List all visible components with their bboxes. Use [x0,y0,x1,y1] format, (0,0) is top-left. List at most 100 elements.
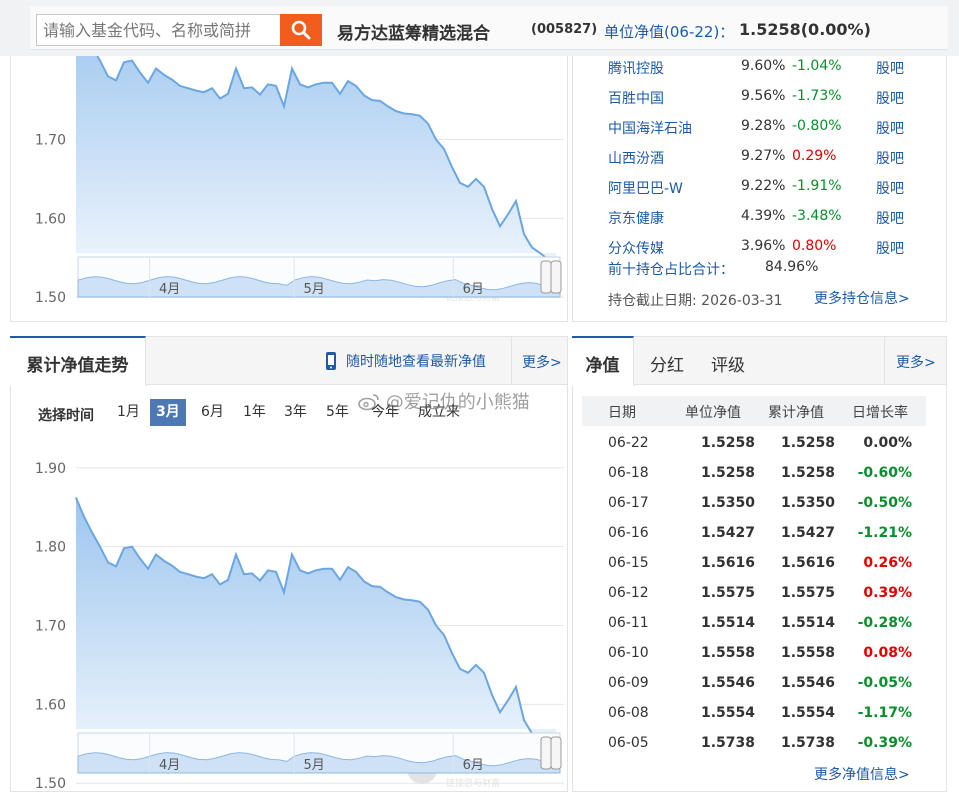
data-point [131,546,133,548]
nav-unit-value: 1.5738 [701,735,756,751]
holding-percent: 9.27% [741,148,786,164]
range-button[interactable]: 1年 [237,399,272,426]
acc-nav-tabbar: 累计净值走势 随时随地查看最新净值 更多> [10,336,567,386]
nav-date: 06-15 [608,555,649,571]
data-point [179,85,181,87]
search-button[interactable] [280,14,322,46]
data-point [499,225,501,227]
holding-name[interactable]: 百胜中国 [608,88,664,108]
tab-rating[interactable]: 评级 [711,351,745,376]
holding-name[interactable]: 分众传媒 [608,238,664,258]
navigator-month-label: 4月 [159,282,180,297]
fund-name: 易方达蓝筹精选混合 [337,24,490,44]
y-tick-label: 1.70 [35,619,66,635]
range-button[interactable]: 5年 [320,399,355,426]
holding-name[interactable]: 阿里巴巴-W [608,178,683,198]
nav-table-header: 日期 单位净值 累计净值 日增长率 [582,396,926,426]
data-point [323,568,325,570]
data-point [379,586,381,588]
range-button[interactable]: 6月 [195,399,230,426]
data-point [259,93,261,96]
more-nav-link[interactable]: 更多净值信息> [814,764,910,784]
holding-forum-link[interactable]: 股吧 [876,238,904,258]
navigator-handle[interactable] [540,260,552,294]
holding-forum-link[interactable]: 股吧 [876,88,904,108]
range-button[interactable]: 3月 [150,399,186,426]
data-point [483,672,485,674]
col-acc-nav: 累计净值 [768,405,824,421]
navigator-month-label: 6月 [463,758,484,773]
data-point [379,100,381,102]
nav-date: 06-12 [608,585,649,601]
data-point [251,572,253,575]
holding-row: 百胜中国 9.56% -1.73% 股吧 [608,88,928,118]
data-point [331,82,333,84]
holding-forum-link[interactable]: 股吧 [876,148,904,168]
data-point [539,252,541,254]
data-point [259,579,261,582]
top10-label: 前十持仓占比合计： [608,262,734,278]
data-point [323,82,325,84]
range-button[interactable]: 1月 [111,399,146,426]
data-point [531,246,533,249]
holding-change: -1.91% [792,178,842,194]
navigator-handle[interactable] [550,260,562,294]
search-input[interactable] [36,14,280,46]
data-point [491,694,493,696]
acc-nav-title: 累计净值走势 [26,356,129,376]
col-date: 日期 [608,405,636,421]
data-point [507,213,509,216]
data-point [211,87,213,89]
data-point [211,573,213,575]
holding-name[interactable]: 腾讯控股 [608,58,664,78]
nav-daily-growth: -0.60% [857,465,912,481]
holding-change: -1.73% [792,88,842,104]
data-point [435,138,437,141]
data-point [347,566,349,568]
data-point [195,90,197,92]
y-tick-label: 1.80 [35,540,66,556]
range-button[interactable]: 3年 [278,399,313,426]
data-point [395,596,397,598]
data-point [403,598,405,601]
nav-date: 06-17 [608,495,649,511]
nav-more-link[interactable]: 更多> [896,352,936,372]
data-point [115,79,117,81]
more-holdings-link[interactable]: 更多持仓信息> [814,288,910,308]
data-point [219,97,221,100]
tab-dividend[interactable]: 分红 [650,351,684,376]
nav-acc-value: 1.5514 [781,615,836,631]
nav-acc-value: 1.5546 [781,675,836,691]
acc-more-link[interactable]: 更多> [522,352,562,372]
data-point [419,601,421,603]
holdings-deadline: 持仓截止日期: 2026-03-31 [608,293,783,309]
search-icon [291,20,311,40]
holding-name[interactable]: 京东健康 [608,208,664,228]
data-point [427,609,429,611]
data-point [339,579,341,581]
navigator-handle[interactable] [540,736,552,770]
mobile-promo-link[interactable]: 随时随地查看最新净值 [346,351,486,371]
tab-nav[interactable]: 净值 [572,336,634,386]
nav-acc-value: 1.5738 [781,735,836,751]
data-point [307,572,309,575]
navigator-handle[interactable] [550,736,562,770]
nav-date: 06-11 [608,615,649,631]
watermark-text: @爱记仇的小熊猫 [385,392,530,413]
nav-acc-value: 1.5258 [781,435,836,451]
holding-forum-link[interactable]: 股吧 [876,118,904,138]
nav-table-row: 06-10 1.5558 1.5558 0.08% [582,640,926,670]
data-point [315,83,317,85]
holding-name[interactable]: 山西汾酒 [608,148,664,168]
holding-forum-link[interactable]: 股吧 [876,58,904,78]
data-point [355,571,357,573]
tab-acc-nav[interactable]: 累计净值走势 [10,336,146,386]
holding-name[interactable]: 中国海洋石油 [608,118,692,138]
holding-percent: 4.39% [741,208,786,224]
holding-forum-link[interactable]: 股吧 [876,178,904,198]
top-chart-panel: 1.701.601.50基金天天基金链接您与财富4月5月6月 [10,56,568,322]
holding-forum-link[interactable]: 股吧 [876,208,904,228]
nav-table-row: 06-12 1.5575 1.5575 0.39% [582,580,926,610]
data-point [435,624,437,627]
data-point [203,577,205,579]
